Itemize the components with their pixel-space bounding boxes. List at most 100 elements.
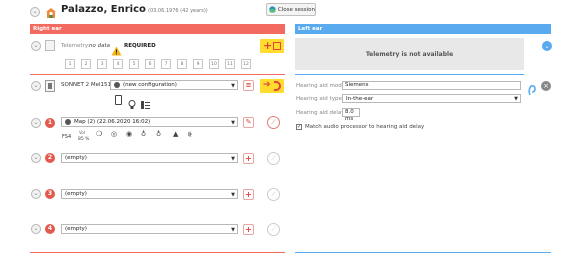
hearing-aid-delay-label: Hearing aid delay: bbox=[296, 110, 347, 116]
right-ear-header: Right ear bbox=[30, 24, 285, 34]
configuration-value: (new configuration) bbox=[123, 82, 177, 88]
plus-icon: + bbox=[263, 39, 273, 52]
program-3-collapse-icon[interactable]: ⌄ bbox=[31, 189, 41, 199]
vol-value: 85 % bbox=[78, 137, 90, 142]
collapse-toggle-icon[interactable]: ⌄ bbox=[30, 7, 40, 17]
required-label: REQUIRED bbox=[124, 43, 156, 49]
fs4-label: FS4 bbox=[62, 134, 72, 140]
program-4-add-button[interactable]: + bbox=[243, 224, 254, 235]
program-3-wand-icon[interactable]: ⟋ bbox=[267, 188, 280, 201]
dropdown-arrow-icon: ▼ bbox=[231, 227, 235, 233]
remove-hearing-aid-icon[interactable]: × bbox=[541, 81, 551, 91]
ear-icon bbox=[274, 81, 281, 91]
program-2-value: (empty) bbox=[65, 155, 87, 161]
program-2-number: 2 bbox=[45, 153, 55, 163]
wireless-icon[interactable]: ⦕ bbox=[188, 131, 192, 138]
electrode-box[interactable]: 12 bbox=[241, 59, 251, 69]
left-ear-divider bbox=[295, 74, 524, 75]
warning-icon bbox=[111, 41, 122, 56]
program-1-value: Map (2) (22.06.2020 16:02) bbox=[74, 119, 151, 125]
left-ear-collapse-icon[interactable]: ⌄ bbox=[542, 41, 552, 51]
program-3-number: 3 bbox=[45, 189, 55, 199]
match-delay-label: Match audio processor to hearing aid del… bbox=[305, 124, 425, 130]
right-ear-collapse-icon[interactable]: ⌄ bbox=[31, 41, 41, 51]
session-logo-icon bbox=[269, 6, 276, 13]
electrode-box[interactable]: 10 bbox=[209, 59, 219, 69]
adaptive-icon[interactable]: ◉ bbox=[126, 131, 132, 138]
hearing-aid-model-input[interactable]: Siemens bbox=[342, 81, 521, 90]
noise-reduction-icon[interactable]: ♁ bbox=[141, 131, 146, 138]
program-1-wand-icon[interactable]: ⟋ bbox=[267, 116, 280, 129]
dropdown-arrow-icon: ▼ bbox=[231, 192, 235, 198]
program-1-number: 1 bbox=[45, 118, 55, 128]
bulb-icon[interactable] bbox=[128, 95, 136, 109]
program-2-collapse-icon[interactable]: ⌄ bbox=[31, 153, 41, 163]
program-2-wand-icon[interactable]: ⟋ bbox=[267, 152, 280, 165]
hearing-aid-icon[interactable] bbox=[528, 81, 536, 96]
close-session-label: Close session bbox=[277, 6, 315, 13]
dropdown-arrow-icon: ▼ bbox=[514, 96, 518, 102]
hearing-aid-type-select[interactable]: In-the-ear ▼ bbox=[342, 94, 521, 103]
electrode-box[interactable]: 7 bbox=[161, 59, 171, 69]
electrode-box[interactable]: 4 bbox=[113, 59, 123, 69]
vol-label: Vol bbox=[79, 130, 85, 135]
dropdown-arrow-icon: ▼ bbox=[231, 120, 235, 126]
telemetry-unavailable-panel: Telemetry is not available bbox=[295, 38, 524, 70]
program-2-select[interactable]: (empty) ▼ bbox=[61, 153, 238, 163]
remote-icon[interactable] bbox=[115, 95, 122, 105]
sound-processing-icon[interactable]: ◎ bbox=[111, 131, 117, 138]
program-3-value: (empty) bbox=[65, 191, 87, 197]
hearing-aid-model-label: Hearing aid model: bbox=[296, 83, 349, 89]
telemetry-value: no data bbox=[89, 43, 110, 49]
hearing-aid-delay-input[interactable]: 8.0 ms bbox=[342, 108, 360, 122]
hearing-aid-type-value: In-the-ear bbox=[346, 95, 374, 102]
dropdown-arrow-icon: ▼ bbox=[231, 83, 235, 89]
program-3-select[interactable]: (empty) ▼ bbox=[61, 189, 238, 199]
program-4-wand-icon[interactable]: ⟋ bbox=[267, 223, 280, 236]
program-4-number: 4 bbox=[45, 224, 55, 234]
configuration-select[interactable]: (new configuration) ▼ bbox=[110, 80, 238, 90]
program-1-collapse-icon[interactable]: ⌄ bbox=[31, 118, 41, 128]
patient-name: Palazzo, Enrico bbox=[61, 4, 146, 15]
hearing-aid-type-label: Hearing aid type: bbox=[296, 96, 344, 102]
program-3-add-button[interactable]: + bbox=[243, 189, 254, 200]
wind-reduction-icon[interactable]: ♁ bbox=[156, 131, 161, 138]
match-delay-checkbox[interactable]: ✓ bbox=[296, 124, 302, 130]
program-4-value: (empty) bbox=[65, 226, 87, 232]
frame-icon bbox=[273, 42, 281, 50]
program-4-select[interactable]: (empty) ▼ bbox=[61, 224, 238, 234]
dropdown-arrow-icon: ▼ bbox=[231, 156, 235, 162]
electrode-box[interactable]: 3 bbox=[97, 59, 107, 69]
configuration-menu-button[interactable]: ≡ bbox=[243, 80, 254, 91]
electrode-box[interactable]: 8 bbox=[177, 59, 187, 69]
telemetry-label: Telemetry: bbox=[61, 43, 90, 49]
program-4-collapse-icon[interactable]: ⌄ bbox=[31, 224, 41, 234]
level-bars-icon[interactable]: ▲ bbox=[173, 131, 178, 138]
processor-icon bbox=[45, 80, 55, 92]
patient-dob: (03.06.1976 (42 years)) bbox=[148, 8, 208, 14]
program-1-edit-button[interactable]: ✎ bbox=[243, 117, 254, 128]
program-2-add-button[interactable]: + bbox=[243, 153, 254, 164]
close-session-button[interactable]: Close session bbox=[266, 3, 316, 16]
map-icon bbox=[65, 119, 71, 125]
left-ear-header: Left ear bbox=[295, 24, 551, 34]
electrode-box[interactable]: 1 bbox=[65, 59, 75, 69]
transfer-button[interactable]: ➔ bbox=[260, 79, 284, 93]
telemetry-device-icon bbox=[45, 40, 55, 51]
device-collapse-icon[interactable]: ⌄ bbox=[31, 81, 41, 91]
add-telemetry-button[interactable]: + bbox=[260, 39, 284, 53]
arrow-right-icon: ➔ bbox=[263, 80, 271, 90]
left-ear-bottom-line bbox=[295, 252, 551, 253]
electrode-box[interactable]: 5 bbox=[129, 59, 139, 69]
new-config-icon bbox=[114, 82, 120, 88]
section-divider bbox=[30, 74, 285, 75]
settings-list-icon[interactable] bbox=[141, 95, 150, 109]
electrode-box[interactable]: 2 bbox=[81, 59, 91, 69]
device-name: SONNET 2 Mel1510 bbox=[61, 82, 115, 88]
telemetry-unavailable-text: Telemetry is not available bbox=[365, 50, 454, 58]
electrode-box[interactable]: 11 bbox=[225, 59, 235, 69]
microphone-icon[interactable]: ❍ bbox=[96, 131, 102, 138]
electrode-box[interactable]: 9 bbox=[193, 59, 203, 69]
program-1-select[interactable]: Map (2) (22.06.2020 16:02) ▼ bbox=[61, 117, 238, 127]
electrode-box[interactable]: 6 bbox=[145, 59, 155, 69]
